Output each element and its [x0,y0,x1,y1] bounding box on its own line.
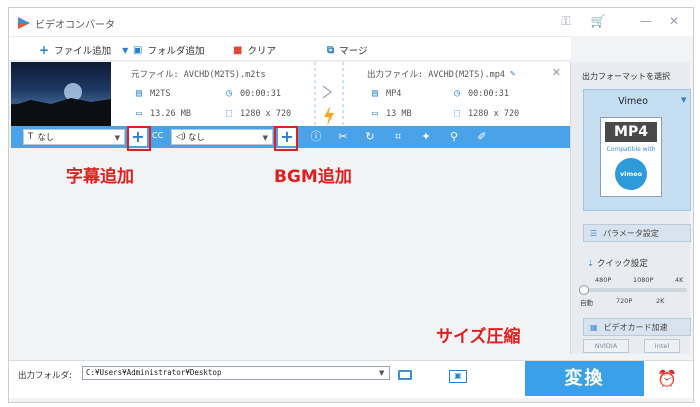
annotation-compress: サイズ圧縮 [436,327,521,347]
format-badge: MP4 [605,122,657,142]
clock-icon: ◷ [225,88,233,99]
output-folder-label: 出力フォルダ: [18,371,72,381]
output-file-label: 出力ファイル: AVCHD(M2TS).mp4 ✎ [367,69,516,80]
cc-icon: CC [152,131,164,140]
output-format: ▤ MP4 [369,88,401,99]
annotation-bgm: BGM追加 [274,167,352,187]
merge-label: マージ [339,46,368,57]
add-file-button[interactable]: + ファイル追加 ▼ [39,42,128,58]
intel-chip[interactable]: Intel [644,339,680,353]
quality-slider[interactable] [583,288,687,292]
app-title: ビデオコンバータ [35,20,115,31]
folder-icon: ▭ [135,108,143,119]
remove-item-icon[interactable]: ✕ [552,66,561,79]
open-folder-icon[interactable] [398,370,412,380]
effects-icon[interactable]: ✦ [419,130,433,144]
output-duration: ◷ 00:00:31 [451,88,509,99]
nvidia-chip[interactable]: NVIDIA [583,339,629,353]
subtitle-edit-icon[interactable]: ✐ [475,130,489,144]
folder-icon: ▭ [371,108,379,119]
source-resolution: ⬚ 1280 x 720 [223,108,291,119]
cart-icon[interactable]: 🛒 [589,14,607,30]
close-icon[interactable]: ✕ [665,14,683,30]
film-icon: ▤ [135,88,143,99]
add-folder-label: フォルダ追加 [147,46,205,57]
scissors-icon[interactable]: ✂ [336,130,350,144]
clear-label: クリア [247,46,276,57]
source-file-label: 元ファイル: AVCHD(M2TS).m2ts [131,70,266,80]
sliders-icon: ☰ [590,228,598,238]
app-logo-icon [18,17,30,29]
toolbar: + ファイル追加 ▼ ▣ フォルダ追加 ■ クリア ⧉ マージ [9,36,571,61]
compat-text: Compatible with [606,146,656,153]
text-icon: T [28,132,34,142]
highlight-bgm-box [274,126,298,151]
parameter-settings-button[interactable]: ☰ パラメータ設定 [583,224,691,242]
minimize-icon[interactable]: — [637,14,655,30]
merge-icon: ⧉ [327,44,335,56]
chevron-down-icon[interactable]: ▼ [122,46,128,55]
output-resolution: ⬚ 1280 x 720 [451,108,519,119]
speaker-icon: ◁) [176,132,186,142]
format-name: Vimeo [618,96,648,107]
rotate-icon[interactable]: ↻ [363,130,377,144]
source-duration: ◷ 00:00:31 [223,88,281,99]
gpu-icon: ▦ [590,322,598,332]
vimeo-logo-icon: vimeo [615,158,647,190]
quick-settings-label: ⇣ クイック設定 [587,259,648,269]
slider-handle[interactable] [579,285,589,295]
subtitle-select[interactable]: T なし ▼ [23,129,125,145]
chevron-down-icon[interactable]: ▼ [681,96,686,104]
add-file-label: ファイル追加 [54,46,112,57]
convert-button[interactable]: 変換 [525,361,644,396]
lightning-icon: ⇣ [587,259,595,269]
annotation-subtitle: 字幕追加 [66,167,134,187]
source-size: ▭ 13.26 MB [133,108,191,119]
chevron-down-icon[interactable]: ▼ [379,369,384,377]
file-item[interactable]: 元ファイル: AVCHD(M2TS).m2ts ▤ M2TS ◷ 00:00:31 … [11,62,571,134]
source-format: ▤ M2TS [133,88,171,99]
video-thumbnail [11,62,111,126]
trash-icon: ■ [233,44,243,56]
key-icon[interactable]: ⚿ [557,14,575,30]
info-icon[interactable]: ⓘ [309,130,323,144]
clock-icon: ◷ [453,88,461,99]
audio-track-select[interactable]: ◁) なし ▼ [171,129,273,145]
highlight-subtitle-box [127,126,151,151]
plus-icon: + [39,43,50,57]
convert-arrow-icon [314,62,344,134]
output-size: ▭ 13 MB [369,108,412,119]
gpu-accel-button[interactable]: ▦ ビデオカード加速 [583,318,691,336]
resize-icon: ⬚ [225,108,233,119]
compress-button[interactable]: ▣ [449,370,467,383]
clear-button[interactable]: ■ クリア [233,42,276,58]
folder-plus-icon: ▣ [133,44,143,56]
chevron-down-icon: ▼ [114,134,120,142]
alarm-clock-icon[interactable]: ⏰ [656,369,678,389]
chevron-down-icon: ▼ [262,134,268,142]
title-bar: ビデオコンバータ ⚿ 🛒 — ✕ [9,8,693,36]
film-icon: ▤ [371,88,379,99]
format-preview[interactable]: MP4 Compatible with vimeo [600,117,662,197]
output-folder-field[interactable]: C:¥Users¥Administrator¥Desktop [82,366,390,380]
watermark-icon[interactable]: ⚲ [447,130,461,144]
resize-icon: ⬚ [453,108,461,119]
output-format-title: 出力フォーマットを選択 [582,72,670,81]
add-folder-button[interactable]: ▣ フォルダ追加 [133,42,204,58]
crop-icon[interactable]: ⌗ [391,130,405,144]
merge-button[interactable]: ⧉ マージ [327,42,367,58]
edit-pencil-icon[interactable]: ✎ [510,69,515,79]
